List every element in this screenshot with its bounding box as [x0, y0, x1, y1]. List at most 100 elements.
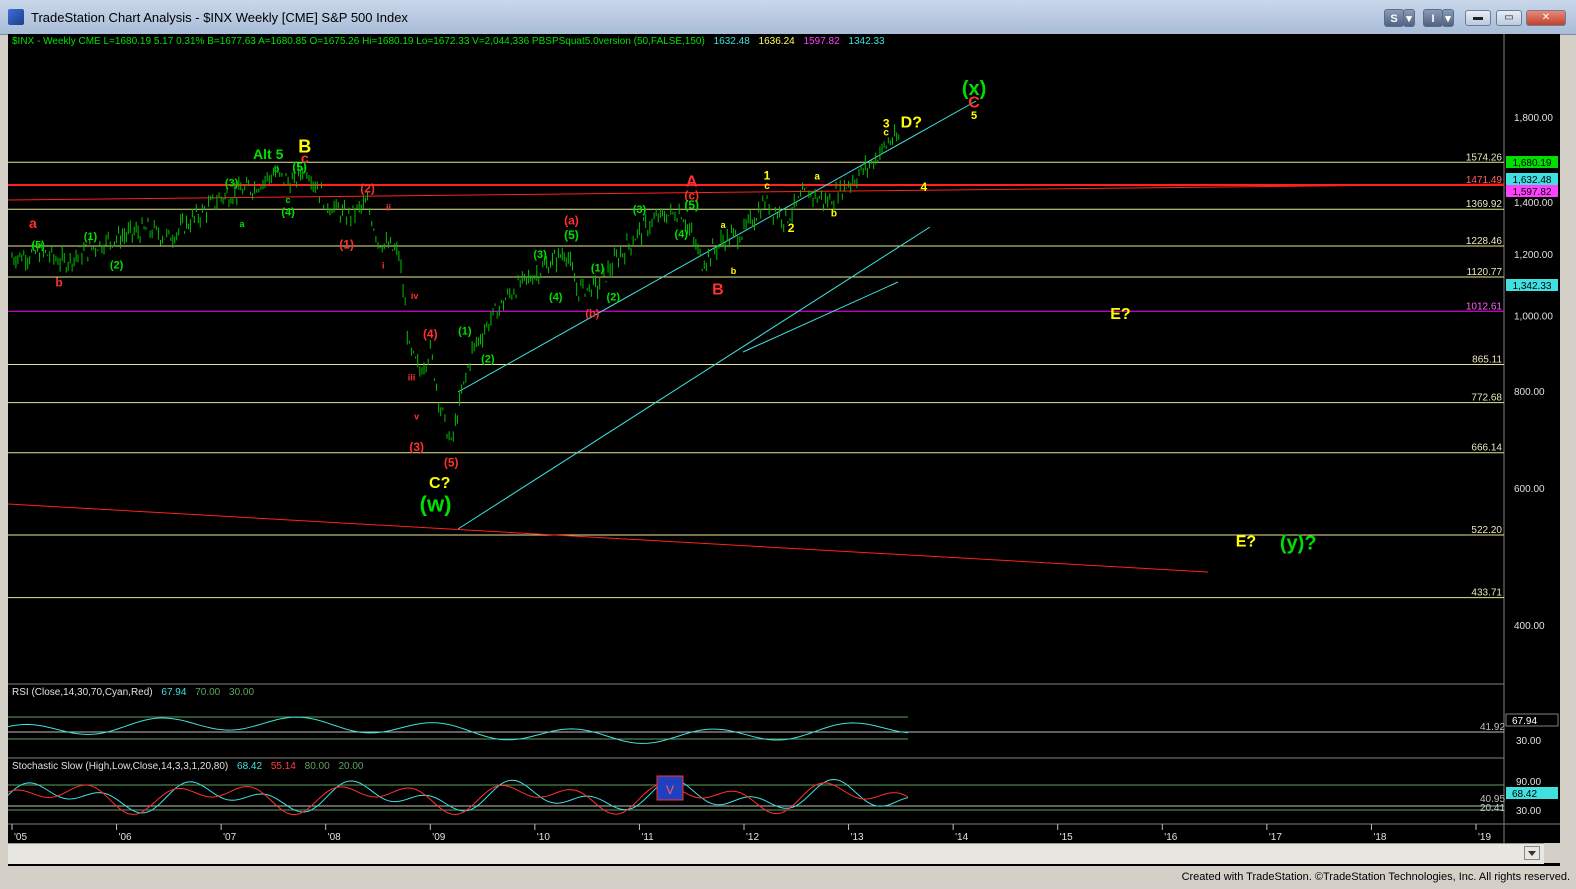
stoch-tick-90: 90.00 [1516, 777, 1541, 788]
support-line-red [7, 503, 1209, 573]
chart-header: $INX - Weekly CME L=1680.19 5.17 0.31% B… [12, 36, 885, 47]
wave-label: B [712, 281, 724, 298]
wave-label: E? [1110, 306, 1130, 323]
scroll-down-icon[interactable] [1524, 846, 1540, 860]
price-tick: 1,200.00 [1514, 250, 1553, 261]
copyright-text: Created with TradeStation. ©TradeStation… [1181, 871, 1570, 883]
wave-label: (3) [633, 204, 647, 216]
wave-label: (2) [360, 181, 375, 195]
time-tick: '06 [119, 832, 132, 843]
wave-label: (4) [549, 292, 563, 304]
stoch-tick-30: 30.00 [1516, 806, 1541, 817]
price-axis-boxes: 1,680.19 1,632.48 1,597.82 1,342.33 [1506, 156, 1558, 292]
time-tick: '14 [955, 832, 968, 843]
last-price-label: 1,680.19 [1513, 158, 1552, 169]
ma3-label: 1,342.33 [1513, 281, 1552, 292]
i-dropdown-icon[interactable]: ▾ [1442, 9, 1454, 27]
time-tick: '12 [746, 832, 759, 843]
window-title: TradeStation Chart Analysis - $INX Weekl… [31, 10, 408, 25]
wave-label: (3) [533, 249, 547, 261]
level-label: 865.11 [1472, 354, 1502, 365]
wave-label: b [831, 209, 837, 220]
close-button[interactable]: ✕ [1526, 10, 1566, 26]
wave-label: iv [411, 291, 419, 301]
s-dropdown-icon[interactable]: ▾ [1403, 9, 1415, 27]
wave-label: (4) [423, 327, 438, 341]
wave-label: Alt 5 [253, 146, 284, 162]
wave-label: c [764, 181, 770, 192]
stoch-low-value: 20.41 [1480, 803, 1505, 814]
wave-label: (w) [420, 491, 452, 516]
wave-label: 4 [921, 180, 928, 194]
maximize-button[interactable]: ▭ [1496, 10, 1522, 26]
scroll-corner [1544, 843, 1560, 863]
wave-label: (1) [339, 237, 354, 251]
time-tick: '10 [537, 832, 550, 843]
i-button[interactable]: I [1423, 9, 1443, 27]
wave-label: (1) [84, 231, 98, 243]
wave-label: (5) [564, 228, 579, 242]
minimize-button[interactable]: ▬ [1465, 10, 1491, 26]
time-tick: '08 [328, 832, 341, 843]
price-tick: 600.00 [1514, 484, 1545, 495]
wave-label: a [29, 215, 37, 231]
level-label: 1369.92 [1466, 199, 1503, 210]
time-tick: '19 [1478, 832, 1491, 843]
wave-label: (3) [225, 178, 239, 190]
wave-label: (4) [281, 206, 295, 218]
wave-label: (1) [458, 326, 472, 338]
level-label: 772.68 [1471, 393, 1502, 404]
wave-label: (a) [564, 213, 579, 227]
level-label: 666.14 [1471, 443, 1502, 454]
time-axis: '05 '06 '07 '08 '09 '10 '11 '12 '13 '14 '15 '16 '17 '… [11, 824, 1491, 843]
price-tick: 400.00 [1514, 621, 1545, 632]
time-tick: '17 [1269, 832, 1282, 843]
wave-label: 5 [971, 110, 977, 122]
chart-area[interactable]: 1574.26 1471.49 1369.92 1228.46 1120.77 1012.… [7, 34, 1560, 866]
inner-channel-line [742, 281, 899, 353]
wave-label: b [55, 275, 62, 289]
wave-label: C? [429, 475, 450, 492]
wave-label: iii [408, 372, 416, 382]
rsi-current-value: 67.94 [1512, 716, 1537, 727]
wave-label: c [883, 127, 889, 138]
level-label: 522.20 [1471, 525, 1502, 536]
level-label: 1574.26 [1466, 152, 1503, 163]
wave-label: ii [386, 202, 391, 212]
s-button[interactable]: S [1384, 9, 1404, 27]
wave-label: a [240, 219, 246, 229]
wave-label: (2) [110, 259, 124, 271]
wave-label: i [382, 260, 385, 270]
time-tick: '11 [641, 832, 654, 843]
wave-label: (4) [675, 228, 689, 240]
wave-label: (5) [292, 160, 307, 174]
ma2-label: 1,597.82 [1513, 187, 1552, 198]
price-tick: 1,000.00 [1514, 312, 1553, 323]
ma1-label: 1,632.48 [1513, 175, 1552, 186]
time-tick: '05 [14, 832, 27, 843]
wave-label: b [274, 164, 280, 174]
time-tick: '13 [851, 832, 864, 843]
wave-label: a [814, 172, 820, 183]
price-tick: 800.00 [1514, 387, 1545, 398]
wave-label: 2 [788, 221, 795, 235]
wave-label: v [414, 412, 419, 422]
wave-label: D? [901, 114, 922, 131]
wave-label: (5) [31, 239, 45, 251]
rsi-level-value: 41.92 [1480, 722, 1505, 733]
wave-label: b [731, 266, 737, 276]
wave-label: (2) [607, 292, 621, 304]
time-tick: '18 [1373, 832, 1386, 843]
status-bar: Created with TradeStation. ©TradeStation… [0, 866, 1576, 889]
stoch-label: Stochastic Slow (High,Low,Close,14,3,3,1… [12, 761, 364, 772]
wave-labels: (x)C53 D?c1ca4b2A(c)(5)(4)(3)(a)(5)(3)(1)… [29, 78, 1317, 554]
horizontal-scrollbar[interactable] [8, 843, 1544, 864]
wave-label: (5) [444, 455, 459, 469]
rsi-label: RSI (Close,14,30,70,Cyan,Red) 67.94 70.0… [12, 687, 254, 698]
wave-label: (y)? [1280, 533, 1317, 555]
wave-label: (2) [481, 354, 495, 366]
price-tick: 1,800.00 [1514, 113, 1553, 124]
stoch-marker: V [666, 783, 674, 797]
level-label: 1012.61 [1466, 301, 1503, 312]
price-chart[interactable]: 1574.261471.491369.921228.461120.771012.… [7, 34, 1560, 866]
